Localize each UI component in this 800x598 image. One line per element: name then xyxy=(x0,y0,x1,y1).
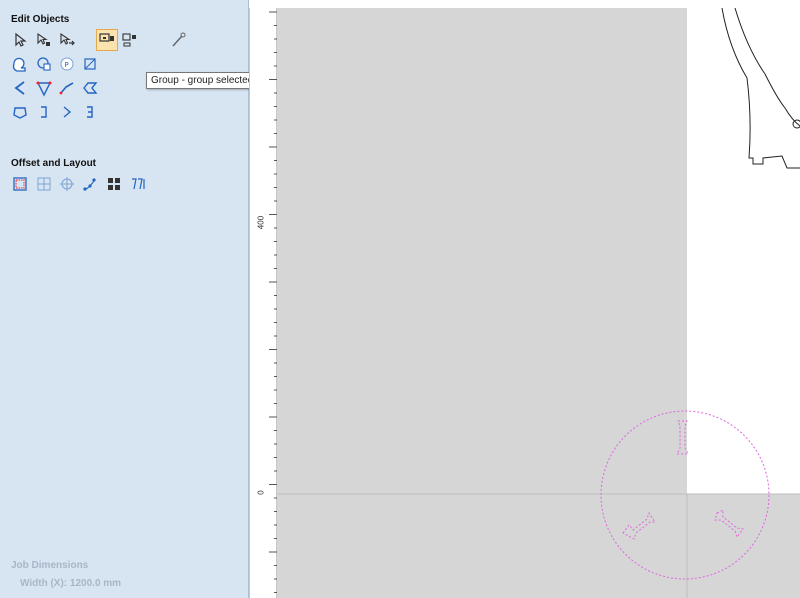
job-dimensions-title: Job Dimensions xyxy=(11,560,89,571)
check-curve-icon[interactable] xyxy=(57,78,77,98)
material-sheet xyxy=(687,8,800,494)
polygon-icon[interactable] xyxy=(10,102,30,122)
weld-icon[interactable] xyxy=(10,54,30,74)
ruler-label-0: 0 xyxy=(256,490,266,495)
bracket-left-icon[interactable] xyxy=(34,102,54,122)
svg-text:P: P xyxy=(65,61,69,69)
offset-icon[interactable] xyxy=(10,174,30,194)
bracket-join-icon[interactable] xyxy=(80,102,100,122)
bracket-right-icon[interactable] xyxy=(57,102,77,122)
select-icon[interactable] xyxy=(10,30,30,50)
heart-icon[interactable] xyxy=(34,78,54,98)
width-value: 1200.0 mm xyxy=(69,578,122,589)
drawing-canvas[interactable] xyxy=(277,8,800,598)
width-symbol: (X): xyxy=(50,578,68,589)
circular-layout-icon[interactable] xyxy=(57,174,77,194)
transform-icon[interactable] xyxy=(57,30,77,50)
offset-layout-title: Offset and Layout xyxy=(11,158,97,169)
grid-layout-icon[interactable] xyxy=(34,174,54,194)
boolean-icon[interactable] xyxy=(80,54,100,74)
vertical-ruler[interactable]: 400 0 xyxy=(249,8,278,598)
node-edit-icon[interactable] xyxy=(34,30,54,50)
edit-objects-title: Edit Objects xyxy=(11,14,70,25)
tool-sidebar: Edit Objects P Offset and Layout Group -… xyxy=(0,0,293,598)
subtract-icon[interactable] xyxy=(34,54,54,74)
ungroup-icon[interactable] xyxy=(120,30,140,50)
chevron-icon[interactable] xyxy=(10,78,30,98)
nest-icon[interactable] xyxy=(104,174,124,194)
trim-icon[interactable]: P xyxy=(57,54,77,74)
group-icon[interactable] xyxy=(96,29,118,51)
diamond-arrow-icon[interactable] xyxy=(80,78,100,98)
width-row: Width (X): 1200.0 mm xyxy=(20,578,121,589)
ruler-label-400: 400 xyxy=(256,215,266,230)
ruler-ticks xyxy=(269,11,278,593)
measure-icon[interactable] xyxy=(168,30,188,50)
path-array-icon[interactable] xyxy=(80,174,100,194)
fit-icon[interactable] xyxy=(128,174,148,194)
width-label: Width xyxy=(20,578,48,589)
